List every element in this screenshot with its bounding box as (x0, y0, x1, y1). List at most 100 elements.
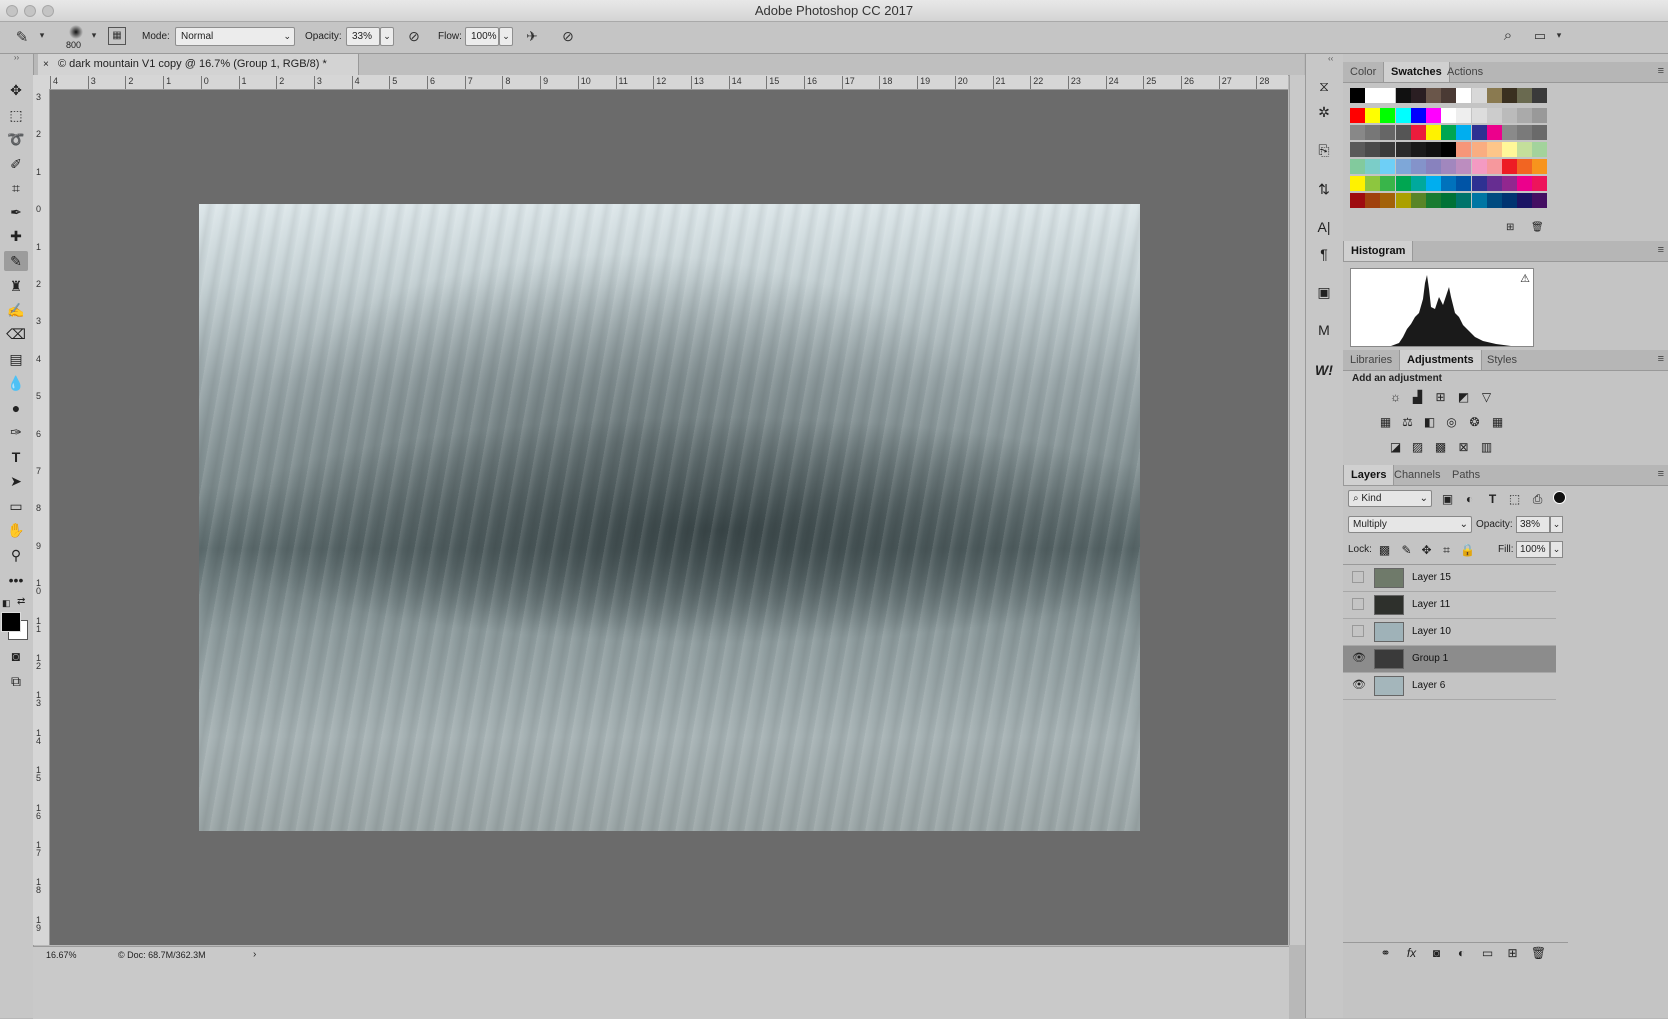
layer-row[interactable]: Layer 10 (1343, 619, 1556, 646)
color-swatch[interactable] (1410, 193, 1426, 208)
color-swatch[interactable] (1471, 193, 1487, 208)
color-swatch[interactable] (1350, 159, 1365, 174)
layer-style-icon[interactable]: fx (1403, 945, 1420, 961)
quick-mask-icon[interactable]: ◙ (4, 646, 28, 666)
color-swatch[interactable] (1395, 193, 1411, 208)
color-swatch[interactable] (1486, 125, 1502, 140)
visibility-toggle-icon[interactable]: 👁 (1352, 679, 1366, 691)
black-white-icon[interactable]: ◧ (1421, 414, 1438, 430)
blend-mode-select[interactable]: Multiply ⌄ (1348, 516, 1472, 533)
filter-type-icon[interactable]: T (1484, 491, 1501, 507)
lock-position-icon[interactable]: ✥ (1418, 542, 1435, 558)
zoom-tool-icon[interactable]: ⚲ (4, 545, 28, 565)
color-swatch[interactable] (1441, 108, 1457, 123)
color-swatch[interactable] (1410, 108, 1426, 123)
color-swatch[interactable] (1380, 193, 1396, 208)
color-swatch[interactable] (1471, 142, 1487, 157)
color-swatch[interactable] (1441, 159, 1457, 174)
photo-filter-icon[interactable]: ◎ (1443, 414, 1460, 430)
tab-actions[interactable]: Actions (1440, 62, 1490, 82)
zoom-level[interactable]: 16.67% (46, 950, 77, 960)
color-swatch[interactable] (1486, 88, 1502, 103)
color-swatch[interactable] (1517, 108, 1533, 123)
color-lookup-icon[interactable]: ▦ (1489, 414, 1506, 430)
eraser-tool-icon[interactable]: ⌫ (4, 324, 28, 344)
adjustments-menu-icon[interactable]: ≡ (1658, 353, 1664, 365)
exposure-icon[interactable]: ◩ (1455, 389, 1472, 405)
color-swatch[interactable] (1532, 125, 1548, 140)
color-swatch[interactable] (1471, 176, 1487, 191)
color-swatch[interactable] (1365, 159, 1381, 174)
vertical-scrollbar[interactable] (1289, 75, 1305, 945)
layer-row[interactable]: 👁 Group 1 (1343, 646, 1556, 673)
channel-mixer-icon[interactable]: ❂ (1466, 414, 1483, 430)
color-swatch[interactable] (1380, 125, 1396, 140)
lock-all-icon[interactable]: 🔒 (1459, 542, 1476, 558)
color-swatch[interactable] (1456, 176, 1472, 191)
color-swatch[interactable] (1380, 108, 1396, 123)
swap-colors-icon[interactable]: ⇄ (17, 596, 25, 607)
history-brush-tool-icon[interactable]: ✍ (4, 300, 28, 320)
color-swatch[interactable] (1471, 159, 1487, 174)
tab-adjustments[interactable]: Adjustments (1399, 350, 1482, 370)
workspace-chevron-icon[interactable]: ▾ (1553, 30, 1565, 41)
workspace-icon[interactable]: ▭ (1530, 28, 1550, 44)
dodge-tool-icon[interactable]: ● (4, 398, 28, 418)
color-swatch[interactable] (1456, 193, 1472, 208)
tab-styles[interactable]: Styles (1480, 350, 1524, 370)
flow-dropdown-icon[interactable]: ⌄ (499, 27, 513, 46)
color-swatch[interactable] (1365, 193, 1381, 208)
plugin-panel-icon[interactable]: W! (1314, 360, 1334, 380)
color-swatch[interactable] (1517, 193, 1533, 208)
tab-channels[interactable]: Channels (1387, 465, 1447, 485)
color-swatch[interactable] (1486, 193, 1502, 208)
curves-icon[interactable]: ⊞ (1432, 389, 1449, 405)
color-swatch[interactable] (1395, 88, 1411, 103)
rectangle-tool-icon[interactable]: ▭ (4, 496, 28, 516)
color-swatch[interactable] (1532, 142, 1548, 157)
color-swatch[interactable] (1502, 159, 1517, 174)
color-swatch[interactable] (1486, 176, 1502, 191)
color-swatch[interactable] (1532, 176, 1548, 191)
color-swatch[interactable] (1471, 125, 1487, 140)
clone-source-panel-icon[interactable]: ⎘ (1314, 140, 1334, 160)
threshold-icon[interactable]: ▩ (1432, 439, 1449, 455)
color-swatch[interactable] (1365, 88, 1381, 103)
color-swatch[interactable] (1471, 88, 1487, 103)
new-group-icon[interactable]: ▭ (1479, 945, 1496, 961)
pressure-size-icon[interactable]: ⊘ (558, 28, 578, 45)
move-tool-icon[interactable]: ✥ (4, 80, 28, 100)
new-layer-icon[interactable]: ⊞ (1504, 945, 1521, 961)
brush-settings-panel-icon[interactable]: ✲ (1314, 102, 1334, 122)
fill-field[interactable]: 100% (1516, 541, 1550, 558)
tab-paths[interactable]: Paths (1445, 465, 1487, 485)
color-swatch[interactable] (1395, 176, 1411, 191)
link-layers-icon[interactable]: ⚭ (1377, 945, 1394, 961)
airbrush-icon[interactable]: ✈ (522, 28, 542, 45)
color-swatch[interactable] (1486, 108, 1502, 123)
edit-toolbar-icon[interactable]: ••• (4, 570, 28, 590)
color-swatch[interactable] (1532, 88, 1548, 103)
color-swatch[interactable] (1365, 142, 1381, 157)
layer-opacity-dropdown-icon[interactable]: ⌄ (1550, 516, 1563, 533)
brush-preview-icon[interactable] (66, 24, 86, 40)
color-swatch[interactable] (1502, 125, 1517, 140)
character-panel-icon[interactable]: A| (1314, 217, 1334, 237)
color-swatch[interactable] (1350, 142, 1365, 157)
opacity-field[interactable]: 33% (346, 27, 380, 46)
filter-adjustment-icon[interactable]: ◐ (1461, 491, 1478, 507)
document-image[interactable] (199, 204, 1140, 831)
color-swatch[interactable] (1517, 88, 1533, 103)
color-swatch[interactable] (1350, 176, 1365, 191)
color-swatch[interactable] (1395, 142, 1411, 157)
canvas-workspace[interactable] (50, 90, 1288, 945)
color-swatch[interactable] (1441, 88, 1457, 103)
color-swatch[interactable] (1502, 142, 1517, 157)
ruler-origin[interactable] (33, 75, 50, 90)
color-swatch[interactable] (1456, 125, 1472, 140)
filter-smart-object-icon[interactable]: ⎙ (1529, 491, 1546, 507)
layer-filter-select[interactable]: ⌕ Kind ⌄ (1348, 490, 1432, 507)
search-icon[interactable]: ⌕ (1498, 27, 1518, 44)
path-selection-tool-icon[interactable]: ➤ (4, 471, 28, 491)
color-swatch[interactable] (1350, 88, 1365, 103)
